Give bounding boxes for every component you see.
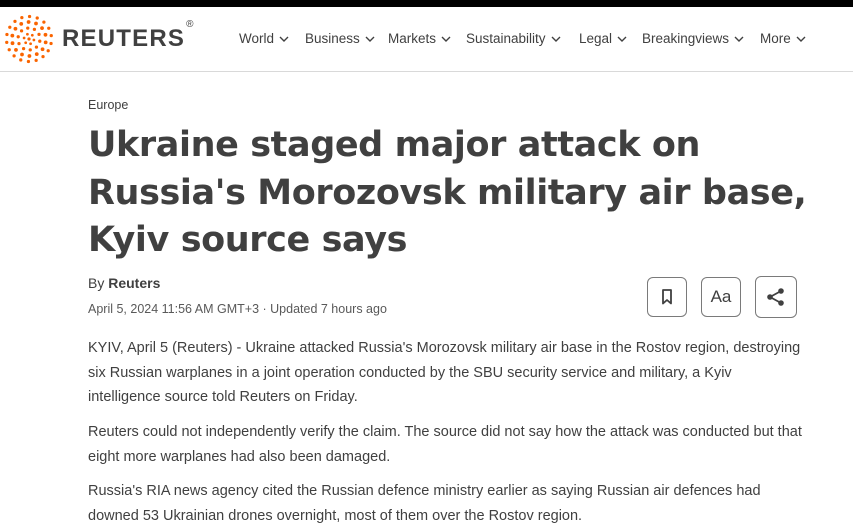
nav-item-markets[interactable]: Markets [388, 31, 451, 46]
article-paragraph: Russia's RIA news agency cited the Russi… [88, 483, 761, 524]
bookmark-button[interactable] [647, 277, 687, 317]
nav-label: Business [305, 31, 360, 46]
chevron-down-icon [617, 36, 627, 42]
share-icon [767, 288, 784, 306]
nav-item-business[interactable]: Business [305, 31, 375, 46]
nav-label: World [239, 31, 275, 46]
brand-name: REUTERS® [62, 19, 195, 52]
author-link[interactable]: Reuters [108, 275, 160, 291]
reuters-logo[interactable]: REUTERS® [4, 14, 195, 64]
chevron-down-icon [279, 36, 289, 42]
article-paragraph: KYIV, April 5 (Reuters) - Ukraine attack… [88, 340, 801, 405]
nav-item-more[interactable]: More [760, 31, 806, 46]
reuters-logo-mark-icon [5, 14, 53, 64]
byline-prefix: By [88, 275, 109, 291]
chevron-down-icon [441, 36, 451, 42]
bookmark-icon [662, 289, 672, 305]
site-header: REUTERS® World Business Markets Sustaina… [0, 7, 853, 72]
article-dateline: April 5, 2024 11:56 AM GMT+3 · Updated 7… [88, 302, 387, 316]
nav-item-legal[interactable]: Legal [579, 31, 627, 46]
article-headline: Ukraine staged major attack on Russia's … [88, 125, 807, 260]
chevron-down-icon [734, 36, 744, 42]
nav-label: Breakingviews [642, 31, 730, 46]
top-black-bar [0, 0, 853, 7]
chevron-down-icon [551, 36, 561, 42]
nav-label: Legal [579, 31, 613, 46]
chevron-down-icon [796, 36, 806, 42]
nav-label: Sustainability [466, 31, 546, 46]
nav-item-breakingviews[interactable]: Breakingviews [642, 31, 744, 46]
font-size-icon: Aa [710, 287, 732, 306]
nav-item-sustainability[interactable]: Sustainability [466, 31, 561, 46]
section-kicker-link[interactable]: Europe [88, 98, 128, 112]
chevron-down-icon [365, 36, 375, 42]
font-size-button[interactable]: Aa [701, 277, 741, 317]
nav-item-world[interactable]: World [239, 31, 289, 46]
share-button[interactable] [755, 276, 797, 318]
byline: By Reuters [88, 275, 160, 291]
article-paragraph: Reuters could not independently verify t… [88, 424, 802, 465]
nav-label: More [760, 31, 791, 46]
nav-label: Markets [388, 31, 437, 46]
